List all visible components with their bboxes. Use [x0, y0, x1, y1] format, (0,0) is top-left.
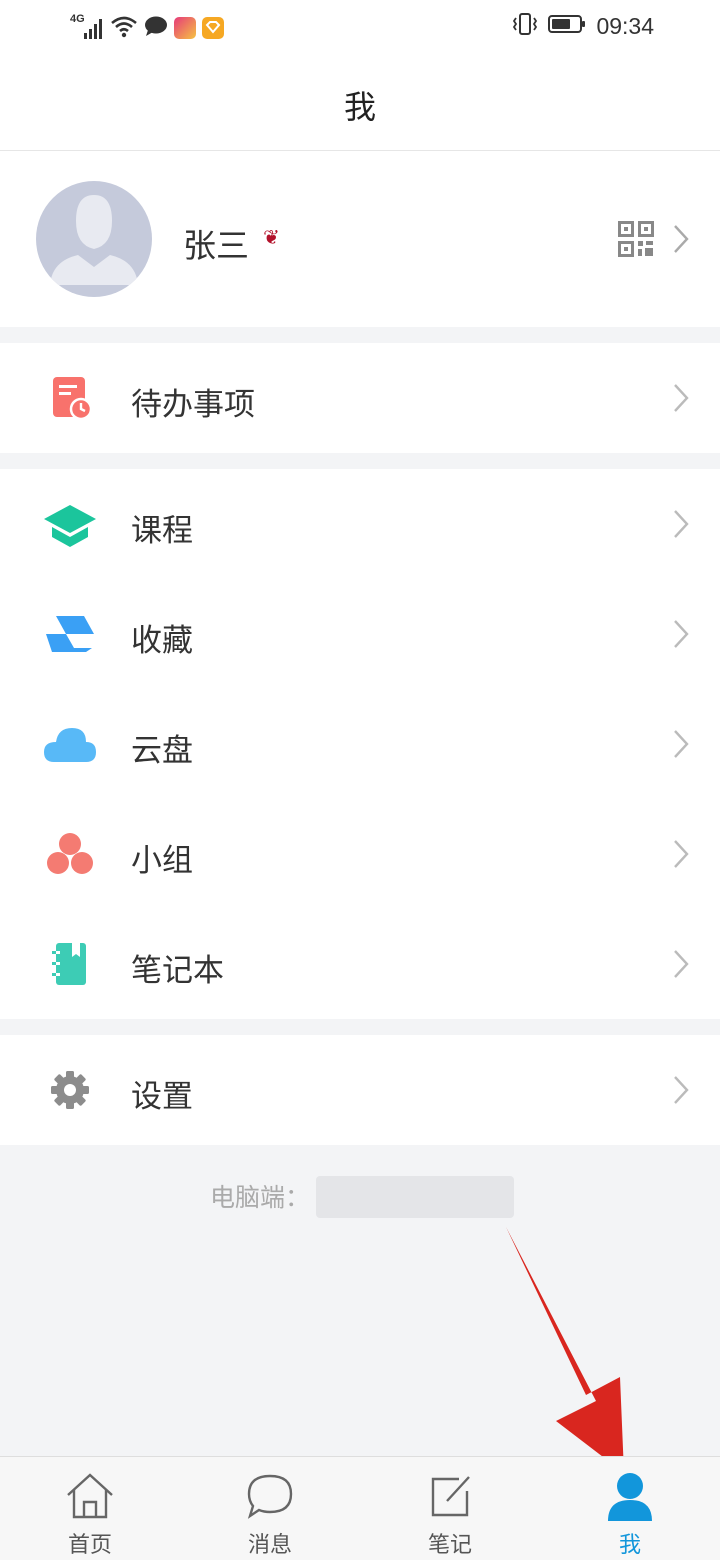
- tab-bar: 首页 消息 笔记 我: [0, 1456, 720, 1560]
- todo-icon: [42, 373, 98, 423]
- chevron-right-icon: [674, 620, 689, 648]
- menu-item-label: 设置: [131, 1079, 193, 1115]
- menu-group: 课程 收藏 云盘 小组 笔记本: [0, 469, 720, 1019]
- battery-icon: [548, 13, 586, 39]
- menu-item-todo[interactable]: 待办事项: [0, 343, 720, 453]
- pc-address-redacted: [316, 1176, 514, 1218]
- tab-label: 消息: [247, 1533, 292, 1558]
- menu-item-settings[interactable]: 设置: [0, 1035, 720, 1145]
- profile-name: 张三: [183, 226, 249, 265]
- tab-me[interactable]: 我: [540, 1457, 720, 1560]
- menu-item-notebook[interactable]: 笔记本: [0, 909, 720, 1019]
- menu-item-cloud[interactable]: 云盘: [0, 689, 720, 799]
- avatar[interactable]: [36, 181, 152, 297]
- decoration-icon: ❦: [263, 225, 280, 249]
- chat-notification-icon: [144, 15, 168, 41]
- menu-item-label: 收藏: [131, 623, 193, 659]
- menu-item-groups[interactable]: 小组: [0, 799, 720, 909]
- todo-group: 待办事项: [0, 343, 720, 453]
- user-icon: [608, 1473, 652, 1521]
- status-bar: 4G 09:34: [0, 0, 720, 56]
- tab-label: 笔记: [427, 1533, 472, 1558]
- signal-icon: 4G: [70, 13, 104, 40]
- chevron-right-icon: [674, 730, 689, 758]
- menu-item-label: 课程: [131, 513, 193, 549]
- cloud-icon: [42, 719, 98, 769]
- game-app-icon: [174, 17, 196, 39]
- chevron-right-icon: [674, 1076, 689, 1104]
- shop-app-icon: [202, 17, 224, 39]
- chevron-right-icon: [674, 840, 689, 868]
- notebook-icon: [42, 939, 98, 989]
- favorites-icon: [42, 609, 98, 659]
- chevron-right-icon: [674, 950, 689, 978]
- default-avatar-icon: [50, 195, 138, 285]
- tab-label: 首页: [67, 1533, 112, 1558]
- chevron-right-icon: [674, 510, 689, 538]
- menu-item-label: 笔记本: [131, 953, 224, 989]
- chevron-right-icon: [674, 384, 689, 412]
- vibrate-icon: [512, 12, 538, 40]
- qr-code-icon[interactable]: [618, 221, 654, 257]
- pc-address-label: 电脑端：: [210, 1183, 311, 1212]
- nav-bar: 我: [0, 56, 720, 151]
- group-icon: [42, 829, 98, 879]
- annotation-arrow-icon: [506, 1227, 624, 1473]
- chat-bubble-icon: [247, 1474, 293, 1519]
- profile-card[interactable]: 张三 ❦: [0, 151, 720, 327]
- gear-icon: [42, 1065, 98, 1115]
- menu-item-favorites[interactable]: 收藏: [0, 579, 720, 689]
- edit-icon: [431, 1476, 470, 1517]
- chevron-right-icon: [674, 225, 689, 253]
- status-right: 09:34: [512, 12, 654, 40]
- tab-label: 我: [618, 1533, 641, 1558]
- menu-item-label: 云盘: [131, 733, 193, 769]
- tab-messages[interactable]: 消息: [180, 1457, 360, 1560]
- menu-item-label: 小组: [131, 843, 193, 879]
- settings-group: 设置: [0, 1035, 720, 1145]
- menu-item-label: 待办事项: [131, 387, 255, 423]
- menu-item-courses[interactable]: 课程: [0, 469, 720, 579]
- status-left: 4G: [70, 13, 224, 42]
- home-icon: [67, 1473, 113, 1519]
- wifi-icon: [110, 14, 138, 42]
- graduation-cap-icon: [42, 499, 98, 549]
- tab-home[interactable]: 首页: [0, 1457, 180, 1560]
- status-time: 09:34: [596, 12, 654, 39]
- tab-notes[interactable]: 笔记: [360, 1457, 540, 1560]
- page-title: 我: [343, 88, 376, 126]
